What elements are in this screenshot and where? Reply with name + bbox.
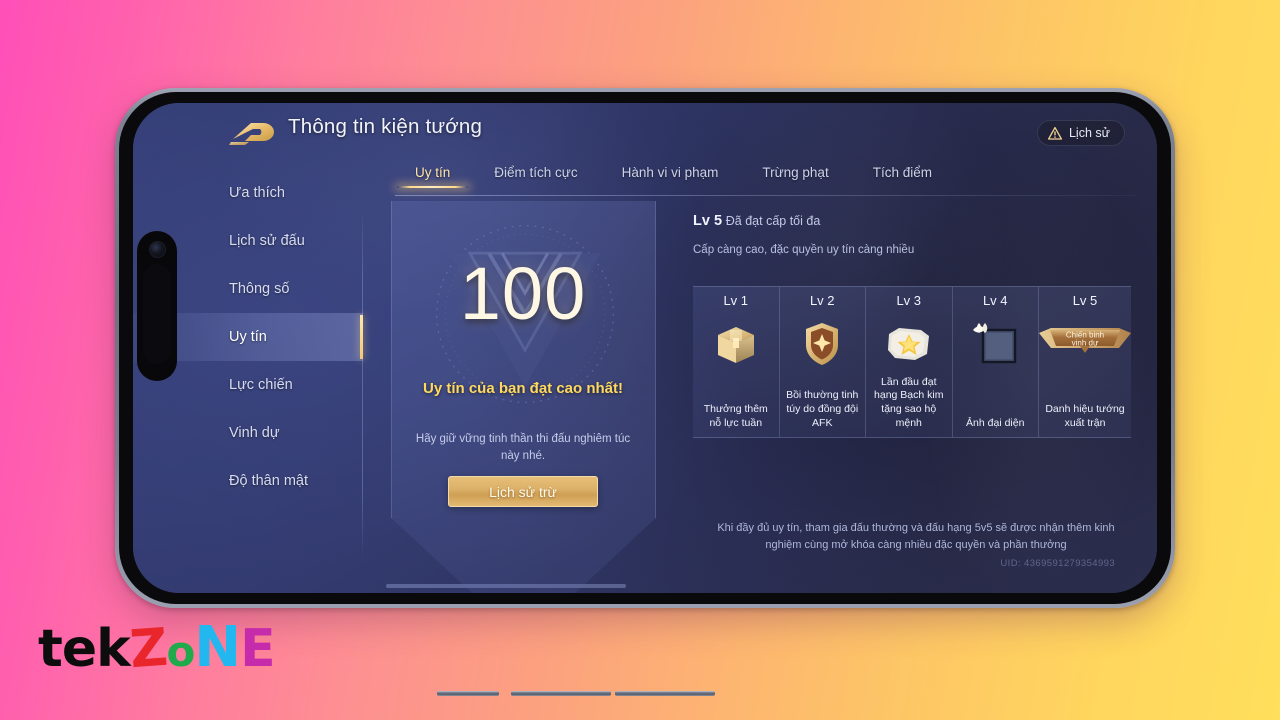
tab-bar: Uy tín Điểm tích cực Hành vi vi phạm Trừ… bbox=[393, 165, 1135, 197]
phone-screen: Thông tin kiện tướng Lịch sử Uy tín Điểm… bbox=[133, 103, 1157, 593]
watermark-o: o bbox=[166, 627, 195, 676]
level-footer-note: Khi đầy đủ uy tín, tham gia đấu thường v… bbox=[717, 522, 1115, 551]
level-1-title: Lv 1 bbox=[723, 293, 749, 308]
current-level-number: Lv 5 bbox=[693, 213, 723, 229]
phone-bezel: Thông tin kiện tướng Lịch sử Uy tín Điểm… bbox=[119, 92, 1171, 604]
mute-switch[interactable] bbox=[437, 691, 499, 696]
history-button-label: Lịch sử bbox=[1068, 126, 1110, 140]
phone-device-frame: Thông tin kiện tướng Lịch sử Uy tín Điểm… bbox=[115, 88, 1175, 696]
sidebar-item-vinh-du[interactable]: Vinh dự bbox=[133, 409, 363, 457]
watermark-tek: tek bbox=[38, 619, 131, 679]
dynamic-island bbox=[137, 231, 177, 381]
deduction-history-button[interactable]: Lịch sử trừ bbox=[448, 476, 598, 507]
level-cell-1[interactable]: Lv 1 Thưởng thêm nỗ lực tuần bbox=[693, 287, 780, 437]
credit-score-value: 100 bbox=[459, 252, 587, 335]
warning-triangle-icon bbox=[1047, 126, 1062, 140]
front-camera-icon bbox=[148, 241, 166, 258]
app-header: Thông tin kiện tướng Lịch sử bbox=[133, 103, 1157, 159]
watermark-z: Z bbox=[127, 617, 169, 681]
level-3-title: Lv 3 bbox=[896, 293, 922, 308]
honor-of-kings-logo-icon bbox=[229, 123, 274, 145]
level-2-reward: Bồi thường tinh túy do đồng đội AFK bbox=[786, 389, 859, 430]
credit-status-headline: Uy tín của bạn đạt cao nhất! bbox=[422, 380, 624, 397]
sidebar-nav: Ưa thích Lịch sử đấu Thông số Uy tín Lực… bbox=[133, 169, 363, 593]
volume-down-button[interactable] bbox=[615, 691, 715, 696]
page-title: Thông tin kiện tướng bbox=[288, 115, 483, 138]
level-4-reward: Ảnh đại diện bbox=[966, 417, 1025, 430]
watermark-n: N bbox=[194, 615, 241, 680]
tab-uy-tin[interactable]: Uy tín bbox=[393, 165, 472, 188]
level-1-reward: Thưởng thêm nỗ lực tuần bbox=[703, 403, 768, 430]
backdrop: Thông tin kiện tướng Lịch sử Uy tín Điểm… bbox=[0, 0, 1280, 720]
level-5-reward: Danh hiệu tướng xuất trận bbox=[1045, 403, 1125, 430]
history-button[interactable]: Lịch sử bbox=[1036, 120, 1125, 146]
current-level-heading: Lv 5 Đã đạt cấp tối đa bbox=[693, 213, 1139, 229]
tab-trung-phat[interactable]: Trừng phạt bbox=[740, 165, 850, 180]
star-scroll-icon bbox=[885, 318, 933, 370]
level-3-reward: Lần đầu đạt hạng Bạch kim tặng sao hộ mệ… bbox=[874, 375, 944, 430]
tab-diem-tich-cuc[interactable]: Điểm tích cực bbox=[472, 165, 599, 180]
island-pill bbox=[143, 264, 171, 364]
watermark-e: E bbox=[240, 619, 276, 679]
sidebar-item-ua-thich[interactable]: Ưa thích bbox=[133, 169, 363, 217]
level-cell-4[interactable]: Lv 4 Ảnh đại diện bbox=[953, 287, 1039, 437]
shield-badge-icon bbox=[803, 318, 841, 370]
honor-banner-icon: Chiến binh vinh dự bbox=[1039, 318, 1131, 370]
tab-hanh-vi-vi-pham[interactable]: Hành vi vi phạm bbox=[600, 165, 741, 180]
svg-text:vinh dự: vinh dự bbox=[1072, 339, 1099, 348]
level-cell-5[interactable]: Lv 5 Chiến binh vinh dự Danh hiệu tướng … bbox=[1039, 287, 1131, 437]
credit-status-subtext: Hãy giữ vững tinh thần thi đấu nghiêm tú… bbox=[415, 433, 631, 463]
level-cell-3[interactable]: Lv 3 Lần đầu đạt hạng Bạch kim tặng sao … bbox=[866, 287, 953, 437]
level-5-title: Lv 5 bbox=[1072, 293, 1098, 308]
game-app-surface: Thông tin kiện tướng Lịch sử Uy tín Điểm… bbox=[133, 103, 1157, 593]
level-2-title: Lv 2 bbox=[809, 293, 835, 308]
level-info-panel: Lv 5 Đã đạt cấp tối đa Cấp càng cao, đặc… bbox=[693, 213, 1139, 571]
sidebar-item-do-than-mat[interactable]: Độ thân mật bbox=[133, 457, 363, 505]
uid-text: UID: 4369591279354993 bbox=[1000, 558, 1115, 569]
current-level-status: Đã đạt cấp tối đa bbox=[725, 214, 821, 228]
level-rewards-grid: Lv 1 Thưởng thêm nỗ lực tuần Lv 2 Bồi th… bbox=[693, 286, 1131, 438]
level-description: Cấp càng cao, đặc quyền uy tín càng nhiề… bbox=[693, 244, 915, 256]
tab-tich-diem[interactable]: Tích điểm bbox=[851, 165, 954, 180]
tekzone-watermark-logo: tekZoNE bbox=[38, 615, 276, 681]
avatar-frame-icon bbox=[969, 318, 1021, 370]
treasure-chest-icon bbox=[712, 318, 760, 370]
level-4-title: Lv 4 bbox=[982, 293, 1008, 308]
level-cell-2[interactable]: Lv 2 Bồi thường tinh túy do đồng đội AFK bbox=[780, 287, 866, 437]
volume-up-button[interactable] bbox=[511, 691, 611, 696]
